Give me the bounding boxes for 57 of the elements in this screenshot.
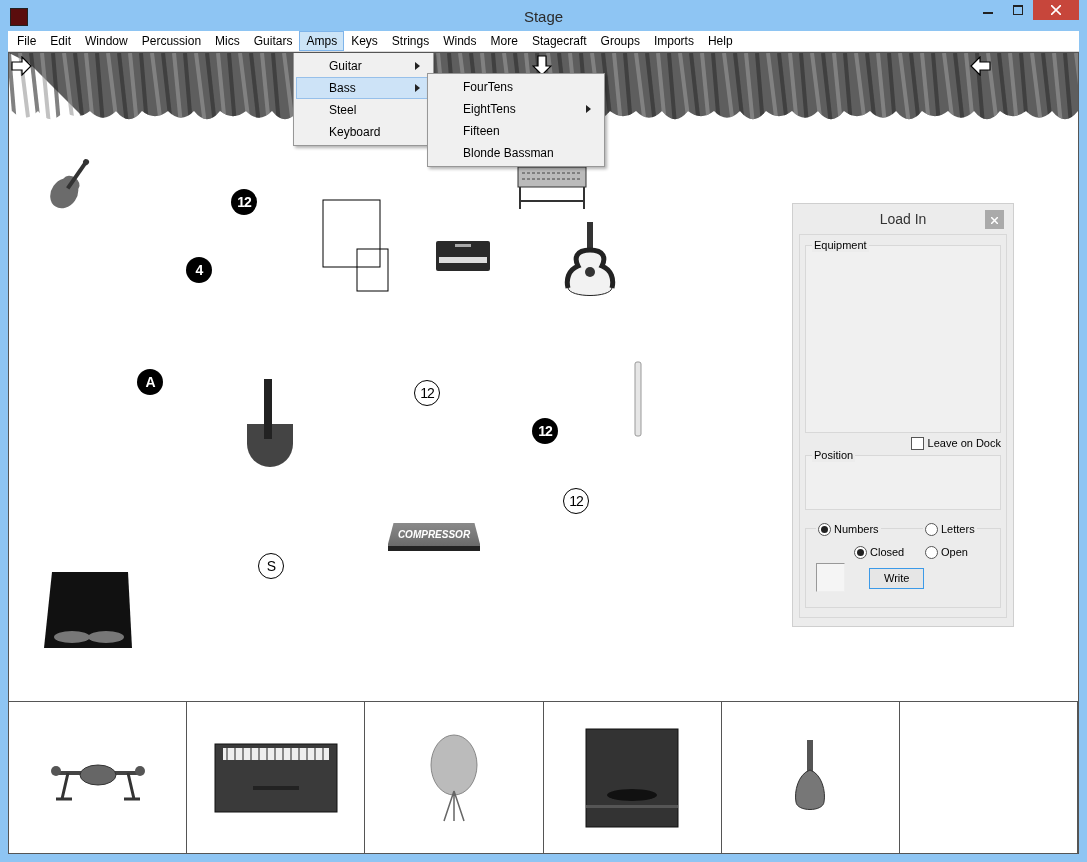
menu-item[interactable]: File (10, 31, 44, 51)
menu-item[interactable]: Window (78, 31, 135, 51)
menu-item[interactable]: EightTens (430, 98, 602, 120)
speaker-cabinet-drawing[interactable] (42, 571, 134, 651)
checkbox[interactable] (910, 437, 924, 450)
menu-item[interactable]: Guitar (296, 55, 431, 77)
menu-item[interactable]: Fifteen (430, 120, 602, 142)
submenu-arrow-icon (586, 105, 591, 113)
window-title: Stage (523, 8, 564, 25)
close-icon (991, 216, 998, 224)
color-swatch[interactable] (816, 563, 845, 592)
compressor-rack: COMPRESSOR (388, 523, 480, 551)
menu-item[interactable]: Keyboard (296, 121, 431, 143)
submenu-arrow-icon (415, 62, 420, 70)
keyboard-amp-drawing[interactable] (212, 741, 339, 814)
panel-title: Load In (879, 209, 927, 229)
menu-item[interactable]: FourTens (430, 76, 602, 98)
amp-drawing[interactable] (435, 239, 491, 273)
menu-item[interactable]: Groups (593, 31, 647, 51)
radio-button[interactable]: Numbers (816, 521, 881, 538)
submenu-arrow-icon (415, 84, 420, 92)
menu-item[interactable]: Keys (344, 31, 385, 51)
marker[interactable]: 12 (231, 189, 257, 215)
maximize-icon (1013, 5, 1023, 15)
menu-item[interactable]: Imports (646, 31, 701, 51)
checkbox-label: Leave on Dock (927, 436, 1001, 452)
menu-item[interactable]: Percussion (134, 31, 209, 51)
marker[interactable]: A (137, 369, 163, 395)
minimize-icon (983, 12, 993, 14)
radio-button[interactable]: Closed (852, 544, 907, 561)
menu-item[interactable]: Steel (296, 99, 431, 121)
marker[interactable]: 12 (563, 488, 589, 514)
menu-item[interactable]: Edit (43, 31, 79, 51)
write-button[interactable]: Write (869, 568, 925, 589)
radio-button[interactable]: Open (923, 544, 970, 561)
menu-item[interactable]: Guitars (246, 31, 300, 51)
menu-item[interactable]: Strings (384, 31, 437, 51)
overlapping-squares-drawing[interactable] (322, 199, 390, 293)
left-arrow-icon[interactable] (969, 56, 991, 76)
group-label: Position (812, 449, 856, 462)
right-arrow-icon[interactable] (11, 56, 33, 76)
menu-item[interactable]: Blonde Bassman (430, 142, 602, 164)
marker[interactable]: S (258, 553, 284, 579)
app-icon (10, 7, 28, 26)
marker[interactable]: 12 (532, 418, 558, 444)
menu-item[interactable]: Winds (436, 31, 484, 51)
menu-item[interactable]: Amps (299, 31, 345, 51)
menu-item[interactable]: Stagecraft (524, 31, 594, 51)
menu-item[interactable]: More (483, 31, 525, 51)
close-button[interactable] (1033, 0, 1079, 20)
close-icon (1051, 5, 1061, 15)
marker[interactable]: 4 (186, 257, 212, 283)
menu-item[interactable]: Help (700, 31, 740, 51)
group-label: Equipment (812, 239, 869, 252)
menu-item[interactable]: Mics (208, 31, 247, 51)
marker[interactable]: 12 (414, 380, 440, 406)
radio-button[interactable]: Letters (923, 521, 977, 538)
